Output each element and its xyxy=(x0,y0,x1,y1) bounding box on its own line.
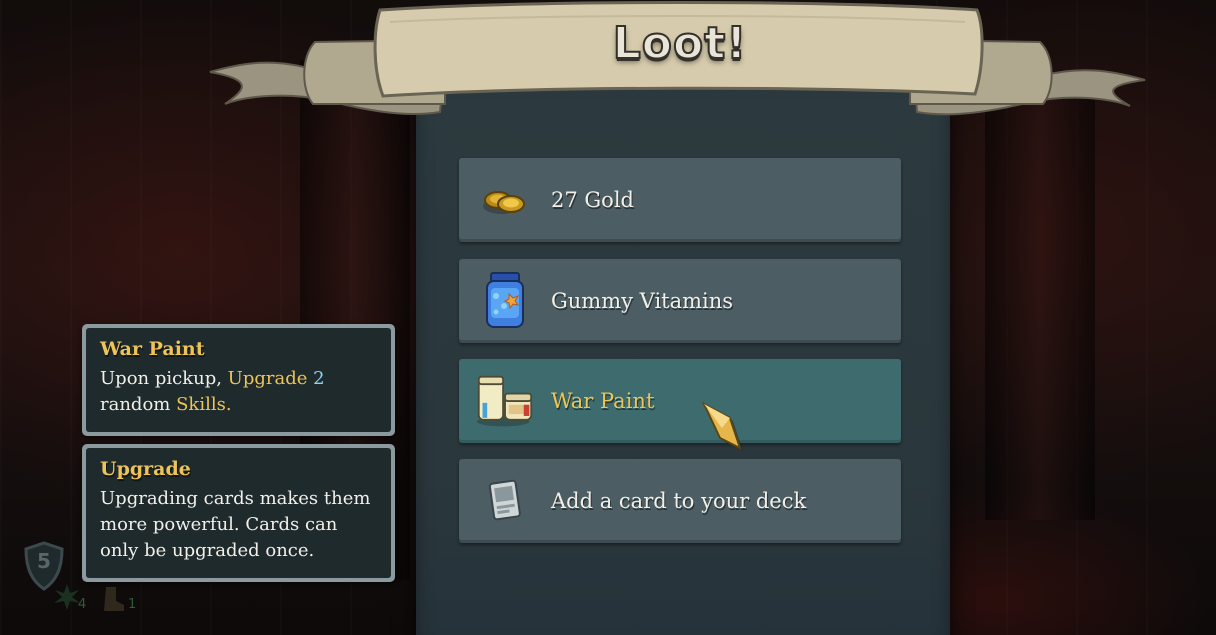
reward-label: Add a card to your deck xyxy=(551,489,807,513)
stat-count-b: 1 xyxy=(128,597,137,612)
boot-icon xyxy=(104,587,124,611)
reward-label: War Paint xyxy=(551,389,655,413)
gold-coins-icon xyxy=(475,165,535,235)
tooltip-title: War Paint xyxy=(100,338,205,360)
tooltip-body: Upon pickup, Upgrade 2 random Skills. xyxy=(100,366,379,418)
tooltip-text: Upon pickup, xyxy=(100,368,228,389)
tooltip-war-paint: War Paint Upon pickup, Upgrade 2 random … xyxy=(82,324,395,436)
reward-label: 27 Gold xyxy=(551,188,634,212)
reward-gold[interactable]: 27 Gold xyxy=(459,158,901,242)
reward-add-card[interactable]: Add a card to your deck xyxy=(459,459,901,543)
loot-screen: Loot! 27 Gold Gummy Vitamins War Paint A… xyxy=(0,0,1216,635)
background-pillar xyxy=(985,90,1095,520)
tooltip-upgrade: Upgrade Upgrading cards makes them more … xyxy=(82,444,395,582)
level-number: 5 xyxy=(37,549,51,573)
mouse-cursor-icon xyxy=(701,401,743,451)
tooltip-title: Upgrade xyxy=(100,458,191,480)
reward-gummy-vitamins[interactable]: Gummy Vitamins xyxy=(459,259,901,343)
tooltip-body: Upgrading cards makes them more powerful… xyxy=(100,488,371,561)
reward-label: Gummy Vitamins xyxy=(551,289,734,313)
reward-war-paint[interactable]: War Paint xyxy=(459,359,901,443)
war-paint-jars-icon xyxy=(475,366,535,436)
stat-count-a: 4 xyxy=(78,597,87,612)
keyword-skills: Skills. xyxy=(176,394,232,415)
tooltip-text: random xyxy=(100,394,177,415)
loot-title: Loot! xyxy=(612,17,748,70)
keyword-number: 2 xyxy=(313,368,325,389)
card-icon xyxy=(475,466,535,536)
vitamin-jar-icon xyxy=(475,266,535,336)
keyword-upgrade: Upgrade xyxy=(227,368,308,389)
